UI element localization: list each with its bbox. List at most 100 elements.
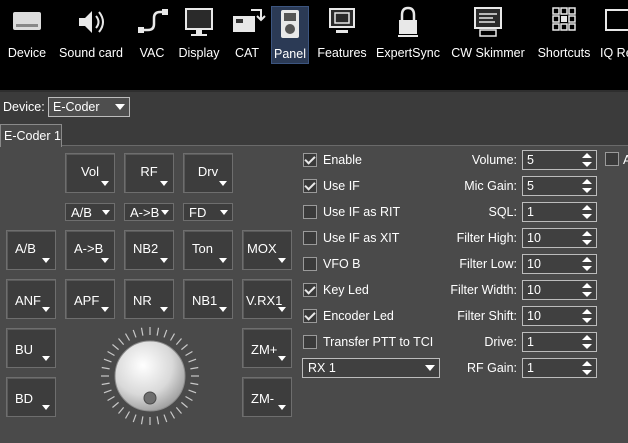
chevron-down-icon[interactable] [582,344,592,349]
toolbar-features[interactable]: Features [314,4,370,68]
rx-select[interactable]: RX 1 [302,358,440,378]
toolbar-vac[interactable]: VAC [134,4,170,68]
knob-tick [190,382,199,386]
chevron-up-icon[interactable] [582,335,592,340]
tab-e-coder-1[interactable]: E-Coder 1 [0,124,62,147]
chevron-up-icon[interactable] [582,205,592,210]
chevron-up-icon[interactable] [582,309,592,314]
chevron-down-icon[interactable] [582,292,592,297]
chevron-up-icon[interactable] [582,231,592,236]
spin-filter-width[interactable]: 10 [522,280,597,300]
toolbar-label: VAC [139,46,165,60]
panel-button-anf[interactable]: ANF [6,279,56,319]
panel-button-mox[interactable]: MOX [242,230,292,270]
spin-mic-gain[interactable]: 5 [522,176,597,196]
toolbar-panel[interactable]: Panel [271,6,309,64]
spin-volume[interactable]: 5 [522,150,597,170]
panel-button-vrx1[interactable]: V.RX1 [242,279,292,319]
knob-tick [185,395,193,402]
knob-tick [107,350,115,357]
toolbar-label: Sound card [59,46,123,60]
toolbar-display[interactable]: Display [176,4,222,68]
knob-tick [181,401,188,408]
chevron-up-icon[interactable] [582,283,592,288]
chevron-down-icon [278,405,286,410]
panel-button-bu[interactable]: BU [6,328,56,368]
chevron-down-icon [220,210,228,215]
chevron-down-icon [278,356,286,361]
chevron-down-icon[interactable] [582,370,592,375]
chevron-down-icon[interactable] [582,240,592,245]
panel-button-bd[interactable]: BD [6,377,56,417]
spin-drive[interactable]: 1 [522,332,597,352]
small-button-ab[interactable]: A/B [65,203,115,221]
small-button-fd[interactable]: FD [183,203,233,221]
field-label-filter-high: Filter High: [456,231,517,245]
encoder-knob[interactable] [96,322,204,430]
spin-filter-high[interactable]: 10 [522,228,597,248]
toolbar-cat[interactable]: CAT [227,4,267,68]
chevron-up-icon[interactable] [582,361,592,366]
lock-icon [388,4,428,40]
device-select-value: E-Coder [53,100,100,114]
panel-button-apf[interactable]: APF [65,279,115,319]
chevron-up-icon[interactable] [582,153,592,158]
knob-tick [175,407,182,414]
checkbox-use-if-as-rit[interactable]: Use IF as RIT [303,203,400,221]
cat-icon [227,4,267,40]
toolbar-expertsync[interactable]: ExpertSync [375,4,441,68]
field-label-drive: Drive: [484,335,517,349]
settings-toolbar: Device Sound card VAC Display CAT Panel [0,0,628,90]
checkbox-key-led[interactable]: Key Led [303,281,369,299]
chevron-down-icon[interactable] [582,318,592,323]
knob-tick [124,333,131,341]
knob-tick [188,389,197,394]
checkbox-use-if-as-xit[interactable]: Use IF as XIT [303,229,399,247]
checkbox-encoder-led[interactable]: Encoder Led [303,307,394,325]
spin-filter-low[interactable]: 10 [522,254,597,274]
monitor-icon [179,4,219,40]
panel-button-zm-minus[interactable]: ZM- [242,377,292,417]
field-label-filter-width: Filter Width: [450,283,517,297]
panel-button-rf[interactable]: RF [124,153,174,193]
toolbar-sound-card[interactable]: Sound card [56,4,126,68]
panel-button-nb1[interactable]: NB1 [183,279,233,319]
chevron-up-icon[interactable] [582,257,592,262]
checkbox-edge-label: A [623,153,628,167]
chevron-up-icon[interactable] [582,179,592,184]
toolbar-cw-skimmer[interactable]: CW Skimmer [449,4,527,68]
tab-bar: E-Coder 1 [0,122,628,147]
panel-button-zm-plus[interactable]: ZM+ [242,328,292,368]
panel-button-a-to-b[interactable]: A->B [65,230,115,270]
spin-sql[interactable]: 1 [522,202,597,222]
knob-tick [190,366,199,370]
spin-rf-gain[interactable]: 1 [522,358,597,378]
panel-button-ton[interactable]: Ton [183,230,233,270]
panel-button-nr[interactable]: NR [124,279,174,319]
toolbar-label: CAT [234,46,260,60]
chevron-down-icon[interactable] [582,162,592,167]
toolbar-shortcuts[interactable]: Shortcuts [534,4,594,68]
chevron-down-icon[interactable] [582,266,592,271]
knob-tick [175,338,182,345]
chevron-down-icon [219,258,227,263]
checkbox-vfo-b[interactable]: VFO B [303,255,361,273]
toolbar-iq[interactable]: IQ Re [600,4,628,68]
device-select[interactable]: E-Coder [48,97,130,117]
panel-button-vol[interactable]: Vol [65,153,115,193]
checkbox-use-if[interactable]: Use IF [303,177,360,195]
small-button-a-to-b[interactable]: A->B [124,203,174,221]
chevron-down-icon [219,181,227,186]
skimmer-icon [468,4,508,40]
checkbox-enable[interactable]: Enable [303,151,362,169]
chevron-down-icon[interactable] [582,214,592,219]
toolbar-device[interactable]: Device [2,4,52,68]
chevron-down-icon[interactable] [582,188,592,193]
field-label-filter-low: Filter Low: [459,257,517,271]
panel-button-drv[interactable]: Drv [183,153,233,193]
spin-filter-shift[interactable]: 10 [522,306,597,326]
panel-button-ab[interactable]: A/B [6,230,56,270]
panel-button-nb2[interactable]: NB2 [124,230,174,270]
checkbox-transfer-ptt-to-tci[interactable]: Transfer PTT to TCI [303,333,433,351]
checkbox-edge[interactable] [605,152,619,166]
